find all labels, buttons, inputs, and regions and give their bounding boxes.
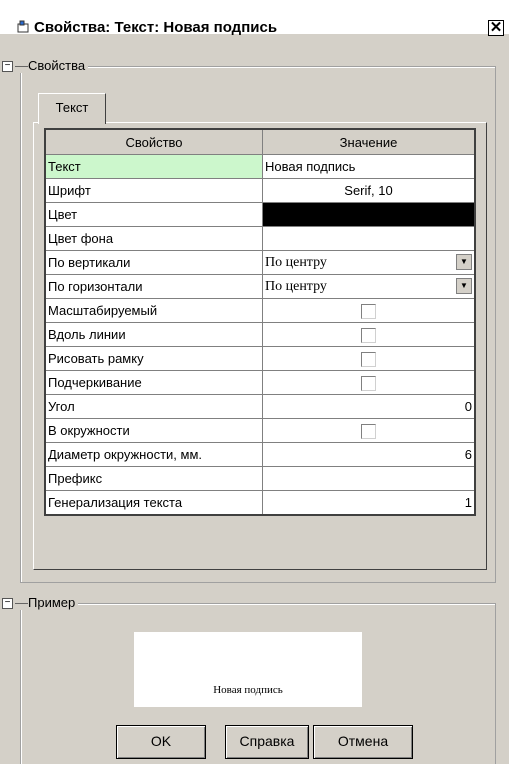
property-checkbox-cell	[262, 346, 476, 371]
underline-checkbox[interactable]	[361, 375, 376, 391]
table-row[interactable]: По горизонтали По центру ▼	[44, 274, 476, 299]
ok-button[interactable]: OK	[116, 725, 206, 759]
table-row[interactable]: Вдоль линии	[44, 322, 476, 347]
draw-frame-checkbox[interactable]	[361, 351, 376, 367]
property-value[interactable]: 0	[262, 394, 476, 419]
properties-section-label: Свойства	[28, 58, 86, 73]
property-value[interactable]: Serif, 10	[262, 178, 476, 203]
table-row[interactable]: Цвет фона	[44, 226, 476, 251]
property-checkbox-cell	[262, 322, 476, 347]
property-checkbox-cell	[262, 298, 476, 323]
table-row[interactable]: Диаметр окружности, мм. 6	[44, 442, 476, 467]
property-name[interactable]: Диаметр окружности, мм.	[44, 442, 263, 467]
color-swatch[interactable]	[262, 202, 476, 227]
table-row[interactable]: Подчеркивание	[44, 370, 476, 395]
tab-text[interactable]: Текст	[38, 93, 106, 124]
property-value[interactable]: 6	[262, 442, 476, 467]
property-value[interactable]	[262, 466, 476, 491]
app-icon	[17, 20, 29, 33]
example-section-label: Пример	[28, 595, 76, 610]
property-name[interactable]: По вертикали	[44, 250, 263, 275]
table-row[interactable]: Рисовать рамку	[44, 346, 476, 371]
property-name[interactable]: Масштабируемый	[44, 298, 263, 323]
dropdown-value: По центру	[265, 255, 327, 270]
table-row[interactable]: Префикс	[44, 466, 476, 491]
property-name[interactable]: Цвет	[44, 202, 263, 227]
example-section-header: − —Пример	[2, 595, 79, 610]
cancel-button[interactable]: Отмена	[313, 725, 413, 759]
table-row[interactable]: Генерализация текста 1	[44, 490, 476, 516]
example-preview: Новая подпись	[134, 632, 362, 707]
grid-header-row: Свойство Значение	[44, 128, 476, 155]
table-row[interactable]: Текст Новая подпись	[44, 154, 476, 179]
property-value[interactable]: Новая подпись	[262, 154, 476, 179]
scalable-checkbox[interactable]	[361, 303, 376, 319]
property-name[interactable]: Подчеркивание	[44, 370, 263, 395]
property-checkbox-cell	[262, 418, 476, 443]
collapse-icon[interactable]: −	[2, 598, 13, 610]
close-button[interactable]: ✕	[488, 20, 504, 36]
property-name[interactable]: Префикс	[44, 466, 263, 491]
property-checkbox-cell	[262, 370, 476, 395]
horizontal-align-dropdown[interactable]: По центру ▼	[262, 274, 476, 299]
table-row[interactable]: Масштабируемый	[44, 298, 476, 323]
property-grid: Свойство Значение Текст Новая подпись Шр…	[44, 128, 476, 516]
property-name[interactable]: Текст	[44, 154, 263, 179]
table-row[interactable]: По вертикали По центру ▼	[44, 250, 476, 275]
properties-section-header: − —Свойства	[2, 58, 89, 73]
preview-label: Новая подпись	[213, 684, 283, 696]
collapse-icon[interactable]: −	[2, 61, 13, 73]
property-name[interactable]: По горизонтали	[44, 274, 263, 299]
column-header-value[interactable]: Значение	[262, 128, 476, 155]
dropdown-value: По центру	[265, 279, 327, 294]
table-row[interactable]: Угол 0	[44, 394, 476, 419]
table-row[interactable]: Шрифт Serif, 10	[44, 178, 476, 203]
property-name[interactable]: В окружности	[44, 418, 263, 443]
column-header-property[interactable]: Свойство	[44, 128, 263, 155]
property-name[interactable]: Шрифт	[44, 178, 263, 203]
property-name[interactable]: Генерализация текста	[44, 490, 263, 516]
along-line-checkbox[interactable]	[361, 327, 376, 343]
property-name[interactable]: Цвет фона	[44, 226, 263, 251]
chevron-down-icon[interactable]: ▼	[456, 254, 472, 270]
property-value[interactable]	[262, 226, 476, 251]
table-row[interactable]: В окружности	[44, 418, 476, 443]
help-button[interactable]: Справка	[225, 725, 309, 759]
property-name[interactable]: Вдоль линии	[44, 322, 263, 347]
vertical-align-dropdown[interactable]: По центру ▼	[262, 250, 476, 275]
title-bar: Свойства: Текст: Новая подпись ✕	[0, 0, 509, 36]
properties-dialog: Свойства: Текст: Новая подпись ✕ − —Свойс…	[0, 0, 509, 764]
property-name[interactable]: Рисовать рамку	[44, 346, 263, 371]
property-value[interactable]: 1	[262, 490, 476, 516]
in-circle-checkbox[interactable]	[361, 423, 376, 439]
table-row[interactable]: Цвет	[44, 202, 476, 227]
property-name[interactable]: Угол	[44, 394, 263, 419]
chevron-down-icon[interactable]: ▼	[456, 278, 472, 294]
window-title: Свойства: Текст: Новая подпись	[34, 19, 278, 36]
